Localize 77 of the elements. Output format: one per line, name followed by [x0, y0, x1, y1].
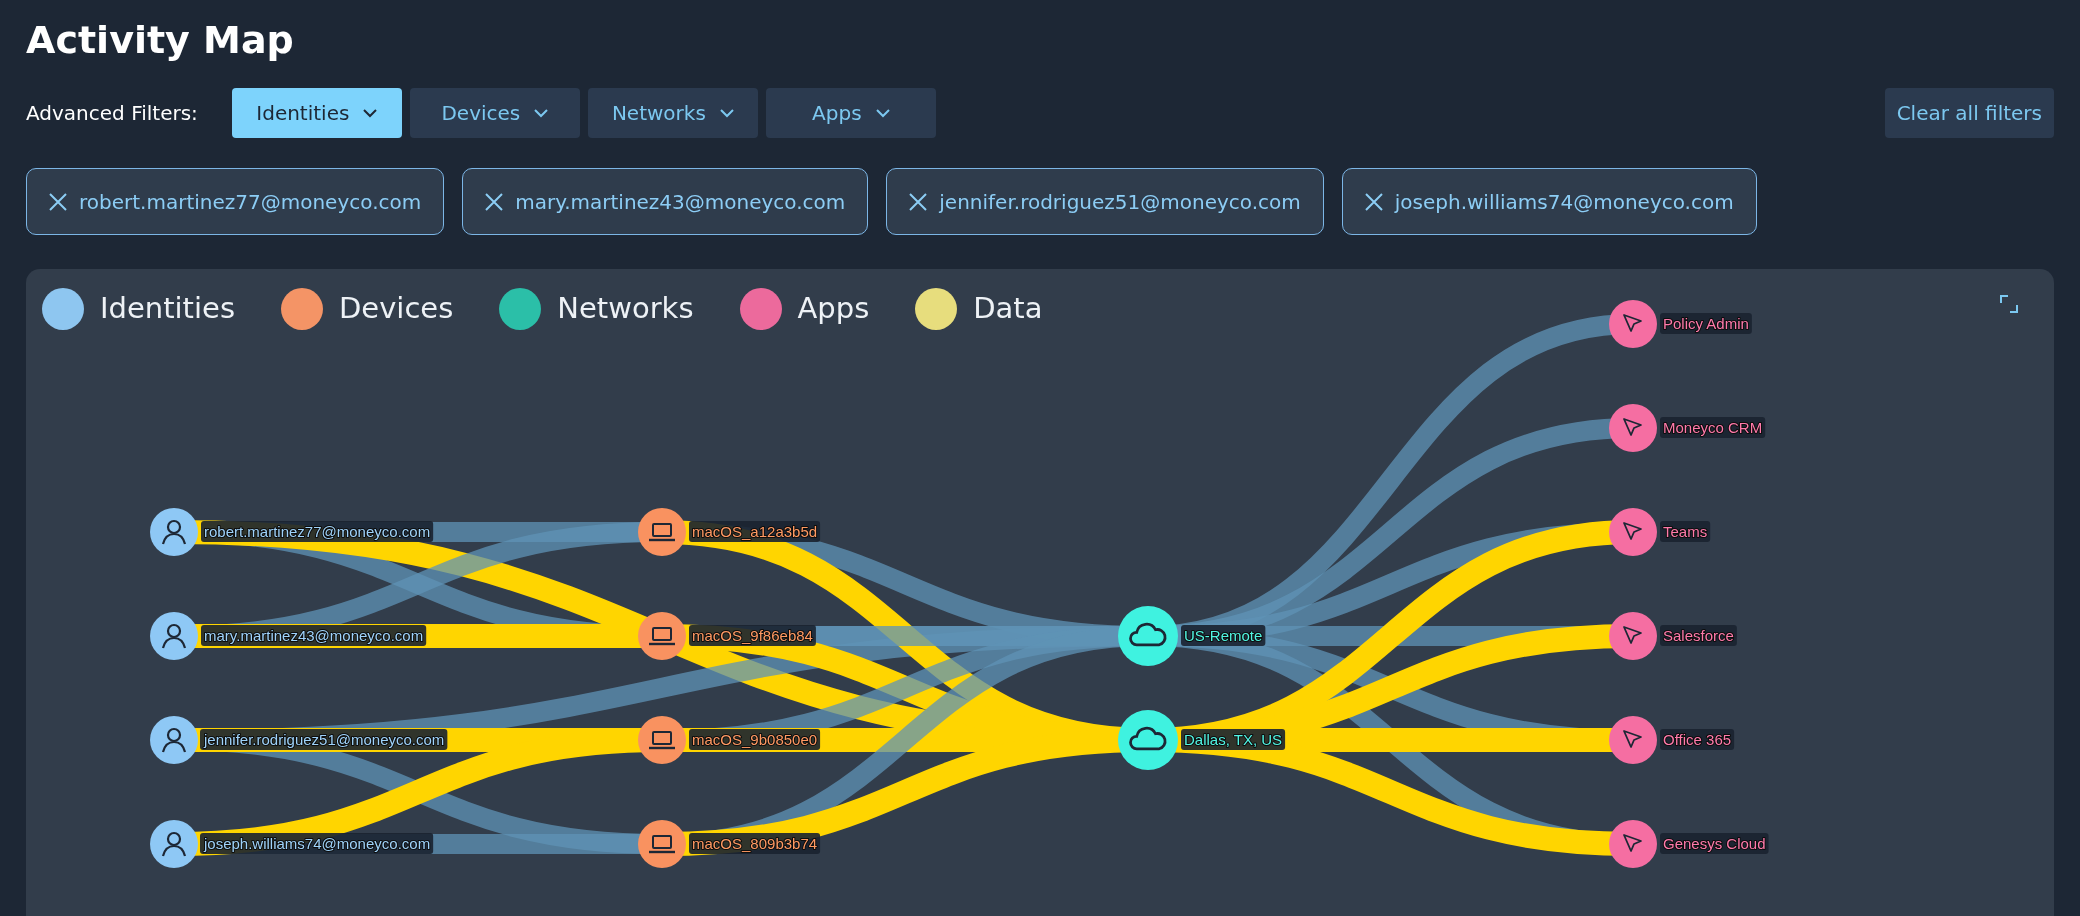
- filter-chip[interactable]: joseph.williams74@moneyco.com: [1341, 168, 1757, 235]
- chevron-icon: [875, 108, 890, 118]
- cursor-icon: [1623, 730, 1642, 748]
- filters-label: Advanced Filters:: [26, 100, 198, 127]
- laptop-icon: [649, 731, 675, 750]
- cloud-icon: [1129, 726, 1167, 751]
- legend-label: Devices: [339, 290, 454, 327]
- chevron-icon: [719, 108, 734, 118]
- close-icon[interactable]: [485, 192, 504, 211]
- cloud-icon: [1129, 622, 1167, 647]
- filter-chip[interactable]: mary.martinez43@moneyco.com: [462, 168, 869, 235]
- node-label: Policy Admin: [1660, 313, 1752, 334]
- chip-label: jennifer.rodriguez51@moneyco.com: [939, 188, 1301, 216]
- close-icon[interactable]: [49, 192, 67, 211]
- device-node[interactable]: [638, 716, 686, 764]
- filter-dropdown[interactable]: Networks: [587, 88, 758, 138]
- node-label: Salesforce: [1660, 625, 1737, 646]
- filter-dropdown[interactable]: Identities: [231, 88, 402, 138]
- device-node[interactable]: [638, 508, 686, 556]
- chip-label: robert.martinez77@moneyco.com: [79, 188, 422, 216]
- node-label: joseph.williams74@moneyco.com: [200, 833, 434, 854]
- cursor-icon: [1623, 314, 1642, 332]
- filter-dropdown[interactable]: Devices: [409, 88, 580, 138]
- close-icon[interactable]: [1364, 192, 1383, 211]
- node-label: macOS_809b3b74: [689, 833, 821, 854]
- laptop-icon: [649, 523, 675, 542]
- network-node[interactable]: [1118, 606, 1178, 666]
- app-node[interactable]: [1609, 716, 1657, 764]
- filter-chip[interactable]: robert.martinez77@moneyco.com: [26, 168, 445, 235]
- app-node[interactable]: [1609, 508, 1657, 556]
- app-node[interactable]: [1609, 404, 1657, 452]
- filter-dropdown[interactable]: Apps: [765, 88, 936, 138]
- network-node[interactable]: [1118, 710, 1178, 770]
- node-label: US-Remote: [1181, 625, 1266, 646]
- legend-label: Networks: [557, 290, 694, 327]
- expand-icon[interactable]: [2000, 295, 2018, 313]
- legend-label: Apps: [797, 290, 870, 327]
- node-label: Teams: [1660, 521, 1711, 542]
- person-icon: [161, 727, 187, 753]
- node-label: Genesys Cloud: [1660, 833, 1769, 854]
- node-label: mary.martinez43@moneyco.com: [201, 625, 427, 646]
- page-title: Activity Map: [26, 17, 295, 64]
- identity-node[interactable]: [150, 716, 198, 764]
- app-node[interactable]: [1609, 612, 1657, 660]
- identity-node[interactable]: [150, 820, 198, 868]
- node-label: macOS_9f86eb84: [689, 625, 816, 646]
- node-label: macOS_9b0850e0: [689, 729, 821, 750]
- node-label: Moneyco CRM: [1660, 417, 1766, 438]
- node-label: Dallas, TX, US: [1181, 729, 1286, 750]
- chevron-icon: [363, 108, 378, 118]
- clear-filters-button[interactable]: Clear all filters: [1884, 88, 2054, 138]
- device-node[interactable]: [638, 820, 686, 868]
- person-icon: [161, 519, 187, 545]
- filter-chip[interactable]: jennifer.rodriguez51@moneyco.com: [886, 168, 1324, 235]
- node-label: jennifer.rodriguez51@moneyco.com: [200, 729, 448, 750]
- cursor-icon: [1623, 418, 1642, 436]
- person-icon: [161, 831, 187, 857]
- node-label: Office 365: [1660, 729, 1735, 750]
- chip-label: joseph.williams74@moneyco.com: [1394, 188, 1734, 216]
- identity-node[interactable]: [150, 508, 198, 556]
- chevron-icon: [534, 108, 549, 118]
- node-label: macOS_a12a3b5d: [689, 521, 821, 542]
- app-node[interactable]: [1609, 820, 1657, 868]
- cursor-icon: [1623, 834, 1642, 852]
- legend-label: Identities: [100, 290, 235, 327]
- cursor-icon: [1623, 626, 1642, 644]
- legend-label: Data: [973, 290, 1043, 327]
- device-node[interactable]: [638, 612, 686, 660]
- person-icon: [161, 623, 187, 649]
- identity-node[interactable]: [150, 612, 198, 660]
- laptop-icon: [649, 627, 675, 646]
- node-label: robert.martinez77@moneyco.com: [201, 521, 434, 542]
- chip-label: mary.martinez43@moneyco.com: [515, 188, 846, 216]
- app-node[interactable]: [1609, 300, 1657, 348]
- laptop-icon: [649, 835, 675, 854]
- cursor-icon: [1623, 522, 1642, 540]
- close-icon[interactable]: [909, 192, 928, 211]
